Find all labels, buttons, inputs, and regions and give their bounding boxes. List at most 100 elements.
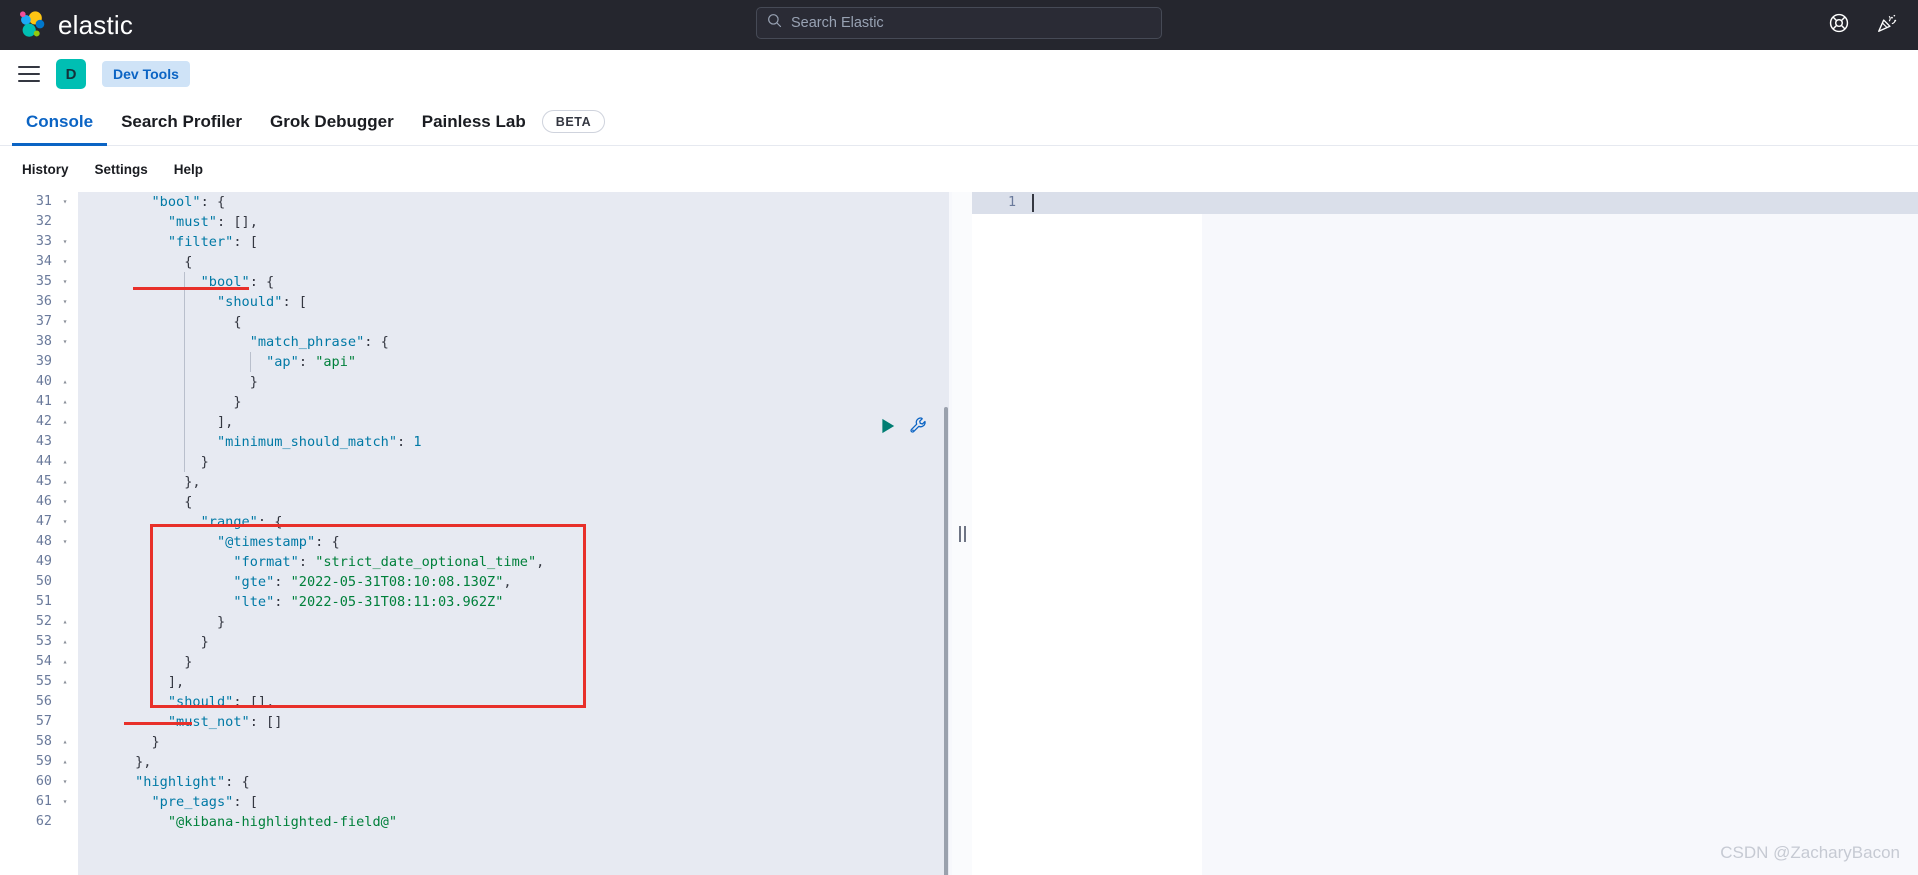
tab-console[interactable]: Console [12, 98, 108, 146]
search-input[interactable]: Search Elastic [756, 7, 1162, 39]
response-editor[interactable]: 1 [972, 192, 1918, 875]
tab-search-profiler[interactable]: Search Profiler [107, 98, 256, 146]
search-icon [767, 13, 782, 33]
code-line[interactable]: 56 "should": [], [0, 692, 949, 712]
code-line[interactable]: 32 "must": [], [0, 212, 949, 232]
code-line[interactable]: 39 "ap": "api" [0, 352, 949, 372]
global-search[interactable]: Search Elastic [756, 7, 1162, 39]
fold-toggle-icon[interactable] [52, 572, 78, 592]
fold-toggle-icon[interactable] [52, 552, 78, 572]
fold-toggle-icon[interactable]: ▾ [52, 772, 78, 792]
request-code[interactable]: 31 ▾ "bool": {32 "must": [], 33 ▾ "filter":… [0, 192, 949, 832]
menu-item-history[interactable]: History [12, 158, 79, 181]
fold-toggle-icon[interactable]: ▾ [52, 192, 78, 212]
dev-tools-tabs: Console Search Profiler Grok Debugger Pa… [0, 98, 1918, 146]
fold-toggle-icon[interactable]: ▾ [52, 292, 78, 312]
line-number: 61 [0, 792, 52, 812]
line-number: 57 [0, 712, 52, 732]
lifebuoy-help-icon[interactable] [1828, 12, 1850, 39]
fold-toggle-icon[interactable]: ▾ [52, 232, 78, 252]
code-text: "format": "strict_date_optional_time", [233, 554, 545, 570]
fold-toggle-icon[interactable]: ▴ [52, 612, 78, 632]
fold-toggle-icon[interactable]: ▴ [52, 472, 78, 492]
code-line[interactable]: 35 ▾ "bool": { [0, 272, 949, 292]
fold-toggle-icon[interactable]: ▴ [52, 412, 78, 432]
panel-resize-handle[interactable] [952, 192, 972, 875]
fold-toggle-icon[interactable] [52, 692, 78, 712]
code-line[interactable]: 50 "gte": "2022-05-31T08:10:08.130Z", [0, 572, 949, 592]
code-line[interactable]: 61 ▾ "pre_tags": [ [0, 792, 949, 812]
code-line[interactable]: 41 ▴ } [0, 392, 949, 412]
fold-toggle-icon[interactable]: ▾ [52, 272, 78, 292]
menu-item-settings[interactable]: Settings [85, 158, 158, 181]
fold-toggle-icon[interactable]: ▾ [52, 312, 78, 332]
elastic-brand[interactable]: elastic [17, 10, 133, 41]
code-line[interactable]: 57 "must_not": [] [0, 712, 949, 732]
code-line[interactable]: 42 ▴ ], [0, 412, 949, 432]
wrench-actions-icon[interactable] [909, 416, 928, 440]
code-text: } [216, 614, 226, 630]
fold-toggle-icon[interactable] [52, 352, 78, 372]
code-line[interactable]: 62 "@kibana-highlighted-field@" [0, 812, 949, 832]
fold-toggle-icon[interactable] [52, 712, 78, 732]
code-line[interactable]: 44 ▴ } [0, 452, 949, 472]
request-vertical-scrollbar[interactable] [944, 407, 948, 875]
line-number: 39 [0, 352, 52, 372]
party-popper-icon[interactable] [1876, 12, 1898, 39]
code-line[interactable]: 33 ▾ "filter": [ [0, 232, 949, 252]
fold-toggle-icon[interactable] [52, 812, 78, 832]
fold-toggle-icon[interactable]: ▾ [52, 792, 78, 812]
code-line[interactable]: 46 ▾ { [0, 492, 949, 512]
fold-toggle-icon[interactable]: ▾ [52, 512, 78, 532]
code-line[interactable]: 53 ▴ } [0, 632, 949, 652]
brand-name: elastic [58, 9, 134, 40]
request-editor[interactable]: 31 ▾ "bool": {32 "must": [], 33 ▾ "filter":… [0, 192, 949, 875]
fold-toggle-icon[interactable]: ▾ [52, 252, 78, 272]
code-line[interactable]: 60 ▾ "highlight": { [0, 772, 949, 792]
code-text: "bool": { [151, 194, 226, 210]
code-text: "must_not": [] [167, 714, 283, 730]
code-line[interactable]: 59 ▴ }, [0, 752, 949, 772]
play-send-request-icon[interactable] [880, 417, 897, 440]
header-actions [1828, 0, 1898, 50]
code-line[interactable]: 45 ▴ }, [0, 472, 949, 492]
fold-toggle-icon[interactable]: ▾ [52, 532, 78, 552]
code-text: }, [184, 474, 201, 490]
fold-toggle-icon[interactable]: ▴ [52, 632, 78, 652]
code-line[interactable]: 40 ▴ } [0, 372, 949, 392]
code-line[interactable]: 54 ▴ } [0, 652, 949, 672]
fold-toggle-icon[interactable]: ▾ [52, 492, 78, 512]
fold-toggle-icon[interactable]: ▴ [52, 732, 78, 752]
hamburger-menu-icon[interactable] [18, 66, 40, 82]
code-line[interactable]: 31 ▾ "bool": { [0, 192, 949, 212]
code-line[interactable]: 49 "format": "strict_date_optional_time"… [0, 552, 949, 572]
line-number: 40 [0, 372, 52, 392]
fold-toggle-icon[interactable]: ▴ [52, 752, 78, 772]
tab-painless-lab[interactable]: Painless Lab [408, 98, 540, 146]
code-line[interactable]: 48 ▾ "@timestamp": { [0, 532, 949, 552]
fold-toggle-icon[interactable]: ▴ [52, 392, 78, 412]
code-line[interactable]: 37 ▾ { [0, 312, 949, 332]
fold-toggle-icon[interactable]: ▾ [52, 332, 78, 352]
code-line[interactable]: 38 ▾ "match_phrase": { [0, 332, 949, 352]
response-content[interactable] [1024, 214, 1202, 875]
space-avatar[interactable]: D [56, 59, 86, 89]
code-line[interactable]: 34 ▾ { [0, 252, 949, 272]
breadcrumb-item-dev-tools[interactable]: Dev Tools [102, 61, 190, 87]
tab-grok-debugger[interactable]: Grok Debugger [256, 98, 408, 146]
code-line[interactable]: 36 ▾ "should": [ [0, 292, 949, 312]
fold-toggle-icon[interactable]: ▴ [52, 672, 78, 692]
fold-toggle-icon[interactable]: ▴ [52, 372, 78, 392]
code-line[interactable]: 43 "minimum_should_match": 1 [0, 432, 949, 452]
code-line[interactable]: 51 "lte": "2022-05-31T08:11:03.962Z" [0, 592, 949, 612]
fold-toggle-icon[interactable] [52, 212, 78, 232]
code-line[interactable]: 58 ▴ } [0, 732, 949, 752]
code-line[interactable]: 52 ▴ } [0, 612, 949, 632]
code-line[interactable]: 47 ▾ "range": { [0, 512, 949, 532]
fold-toggle-icon[interactable]: ▴ [52, 452, 78, 472]
fold-toggle-icon[interactable] [52, 592, 78, 612]
menu-item-help[interactable]: Help [164, 158, 213, 181]
fold-toggle-icon[interactable] [52, 432, 78, 452]
code-line[interactable]: 55 ▴ ], [0, 672, 949, 692]
fold-toggle-icon[interactable]: ▴ [52, 652, 78, 672]
